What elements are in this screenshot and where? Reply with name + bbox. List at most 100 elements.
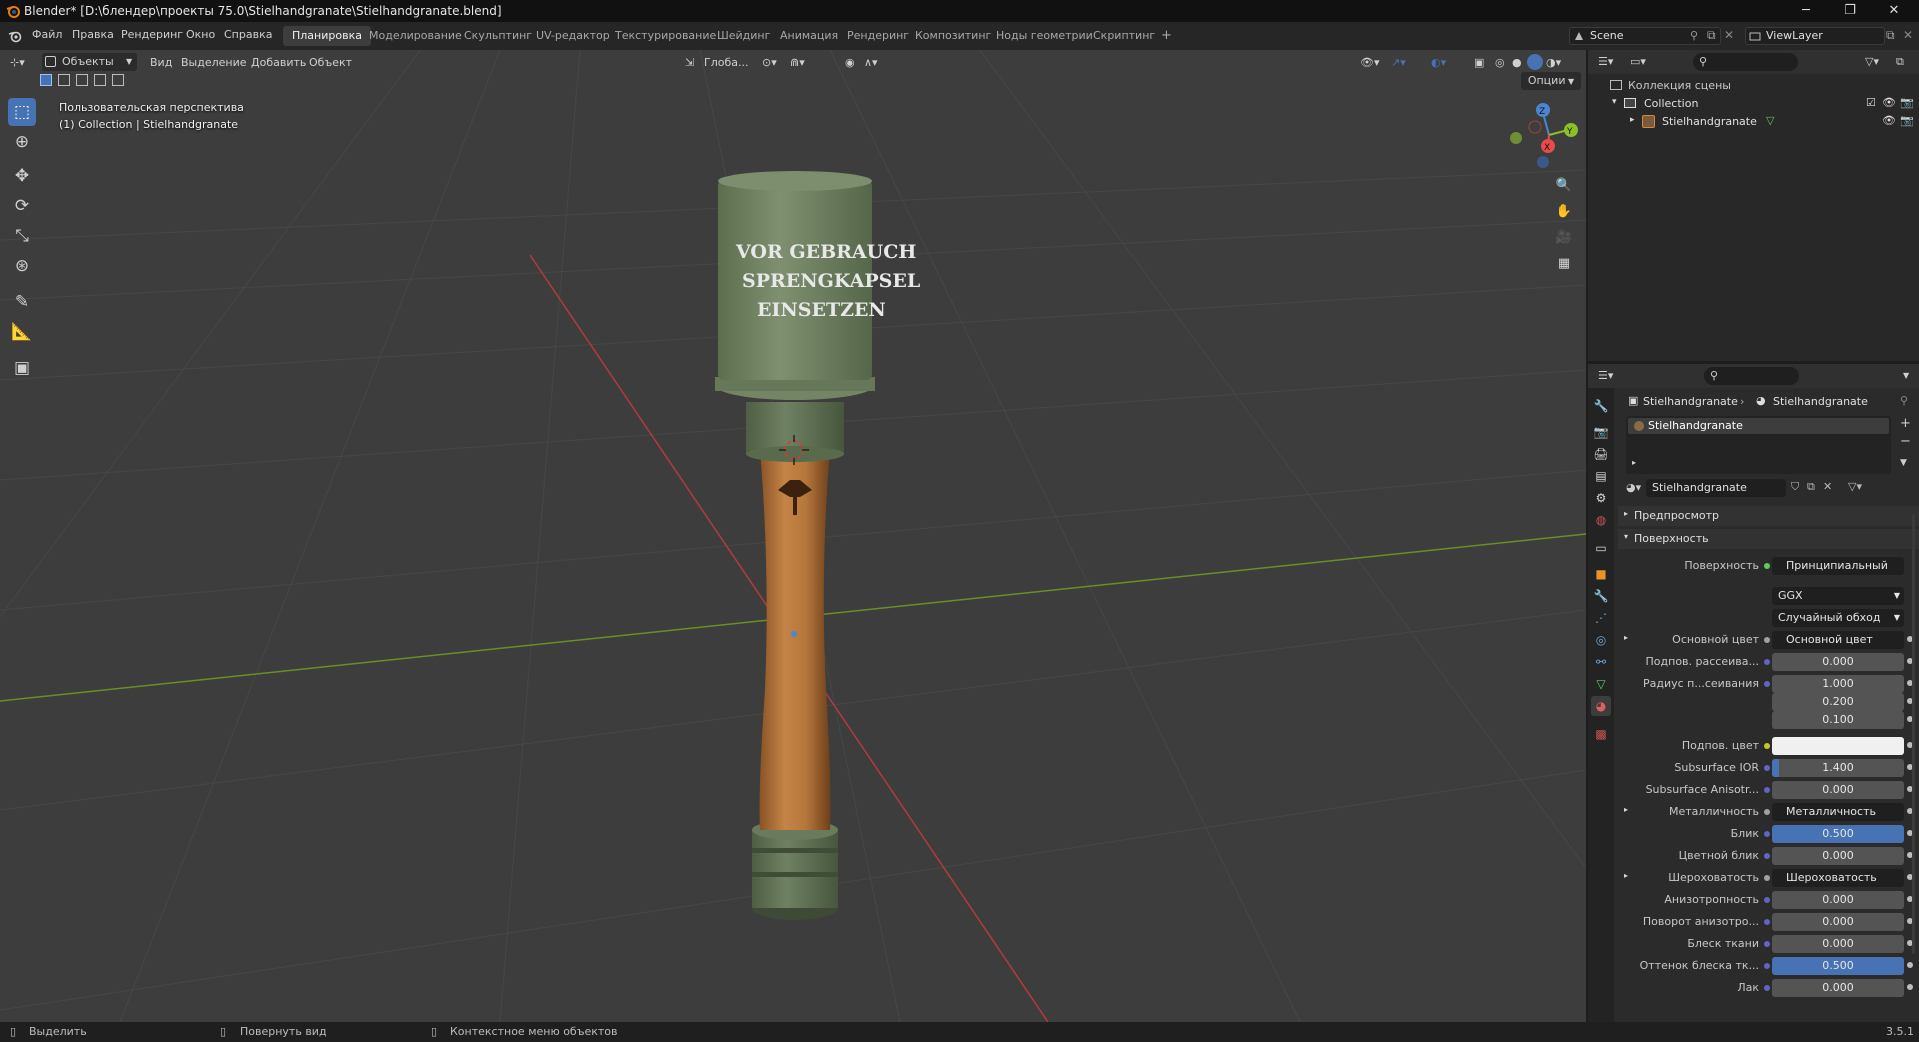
- menu-window[interactable]: Окно: [186, 28, 215, 41]
- menu-render[interactable]: Рендеринг: [121, 28, 183, 41]
- object-tab-icon[interactable]: ■: [1591, 564, 1611, 584]
- prop-value-field[interactable]: 0.000: [1772, 891, 1904, 909]
- add-cube-tool[interactable]: ▣: [8, 354, 36, 382]
- expand-arrow-icon[interactable]: ▾: [1612, 97, 1617, 107]
- transform-tool[interactable]: ⊛: [8, 252, 36, 280]
- constraints-tab-icon[interactable]: ⚯: [1591, 652, 1611, 672]
- rendered-shading-icon[interactable]: ◑▾: [1546, 54, 1561, 72]
- prop-value-field[interactable]: Шероховатость: [1772, 869, 1904, 887]
- link-type-icon[interactable]: ▽▾: [1848, 480, 1862, 493]
- menu-edit[interactable]: Правка: [72, 28, 114, 41]
- browse-material-icon[interactable]: ◕▾: [1626, 481, 1641, 494]
- outliner-search-input[interactable]: ⚲: [1693, 53, 1798, 71]
- render-tab-icon[interactable]: 📷: [1591, 422, 1611, 442]
- slot-specials-button[interactable]: ▼: [1900, 458, 1907, 468]
- outliner-row-object[interactable]: ▸ Stielhandgranate ▽ 👁 📷: [1588, 113, 1919, 131]
- material-preview-shading-icon[interactable]: [1527, 54, 1543, 70]
- prop-value-field[interactable]: 0.000: [1772, 781, 1904, 799]
- editor-type-icon[interactable]: ⊹▾: [10, 54, 25, 72]
- outliner-row-collection[interactable]: ▾ Collection ☑ 👁 📷: [1588, 95, 1919, 113]
- mode-dropdown[interactable]: Объекты ▼: [42, 53, 137, 71]
- eye-icon[interactable]: 👁: [1882, 114, 1896, 127]
- distribution-dropdown[interactable]: GGX ▼: [1772, 587, 1904, 605]
- material-slot-row[interactable]: Stielhandgranate: [1628, 418, 1889, 434]
- pin-icon[interactable]: ⚲: [1900, 394, 1908, 407]
- menu-help[interactable]: Справка: [224, 28, 272, 41]
- pan-hand-icon[interactable]: ✋: [1553, 201, 1575, 223]
- menu-add[interactable]: Добавить: [251, 54, 306, 72]
- data-tab-icon[interactable]: ▽: [1591, 674, 1611, 694]
- rotate-tool[interactable]: ⟳: [8, 192, 36, 220]
- menu-object[interactable]: Объект: [309, 54, 352, 72]
- panel-surface-header[interactable]: ▾ Поверхность: [1618, 529, 1919, 549]
- select-subtract-icon[interactable]: [76, 74, 88, 86]
- close-button[interactable]: ✕: [1871, 0, 1917, 22]
- scale-tool[interactable]: ⤡: [8, 222, 36, 250]
- navigation-gizmo[interactable]: Z Y X: [1510, 103, 1578, 168]
- modifiers-tab-icon[interactable]: 🔧: [1591, 586, 1611, 606]
- physics-tab-icon[interactable]: ◎: [1591, 630, 1611, 650]
- expand-arrow-icon[interactable]: ▸: [1624, 633, 1628, 642]
- prop-value-field[interactable]: 0.000: [1772, 847, 1904, 865]
- select-new-icon[interactable]: [40, 74, 52, 86]
- wireframe-shading-icon[interactable]: ◎: [1495, 54, 1505, 72]
- outliner-editor-type-icon[interactable]: ☰▾: [1598, 53, 1613, 71]
- snap-icon[interactable]: ⋒▾: [790, 54, 805, 72]
- transform-orientation-icon[interactable]: ⇲: [685, 54, 694, 72]
- select-invert-icon[interactable]: [94, 74, 106, 86]
- solid-shading-icon[interactable]: ●: [1512, 54, 1522, 72]
- outliner-row-scene[interactable]: Коллекция сцены: [1588, 77, 1919, 95]
- menu-select[interactable]: Выделение: [181, 54, 247, 72]
- 3d-viewport[interactable]: VOR GEBRAUCH SPRENGKAPSEL EINSETZEN Z Y …: [0, 50, 1586, 1022]
- expand-arrow-icon[interactable]: ▸: [1630, 115, 1635, 125]
- expand-arrow-icon[interactable]: ▸: [1632, 458, 1636, 467]
- maximize-button[interactable]: ❐: [1827, 0, 1873, 22]
- stielhandgranate-model[interactable]: VOR GEBRAUCH SPRENGKAPSEL EINSETZEN: [715, 171, 920, 920]
- prop-value-field[interactable]: 0.000: [1772, 653, 1904, 671]
- minimize-button[interactable]: ─: [1783, 0, 1829, 22]
- texture-tab-icon[interactable]: ▩: [1591, 724, 1611, 744]
- material-name-field[interactable]: Stielhandgranate: [1646, 479, 1786, 497]
- duplicate-material-icon[interactable]: ⧉: [1807, 480, 1815, 494]
- tab-animation[interactable]: Анимация: [771, 26, 847, 46]
- zoom-icon[interactable]: 🔍: [1553, 175, 1575, 197]
- prop-value-field[interactable]: [1772, 737, 1904, 755]
- properties-search-input[interactable]: ⚲: [1704, 367, 1799, 385]
- prop-value-field[interactable]: Металличность: [1772, 803, 1904, 821]
- delete-view-layer-icon[interactable]: ✕: [1903, 28, 1913, 42]
- tab-layout[interactable]: Планировка: [283, 26, 371, 46]
- prop-value-field[interactable]: 0.000: [1772, 979, 1904, 997]
- new-collection-icon[interactable]: ⧉: [1896, 53, 1904, 71]
- prop-value-field[interactable]: Основной цвет: [1772, 631, 1904, 649]
- particles-tab-icon[interactable]: ⋰: [1591, 608, 1611, 628]
- output-tab-icon[interactable]: 🖨: [1591, 444, 1611, 464]
- xray-icon[interactable]: ▣: [1474, 54, 1484, 72]
- subsurface-method-dropdown[interactable]: Случайный обход ▼: [1772, 609, 1904, 627]
- panel-preview-header[interactable]: ▸ Предпросмотр: [1618, 506, 1919, 526]
- annotate-tool[interactable]: ✎: [8, 288, 36, 316]
- delete-scene-icon[interactable]: ✕: [1724, 28, 1734, 42]
- add-workspace-button[interactable]: +: [1152, 26, 1181, 46]
- prop-value-field[interactable]: 1.000: [1772, 675, 1904, 693]
- world-tab-icon[interactable]: ◍: [1591, 510, 1611, 530]
- overlays-toggle-icon[interactable]: ◐▾: [1431, 54, 1446, 72]
- transform-orientation-dropdown[interactable]: Глоба...: [704, 54, 748, 72]
- render-camera-icon[interactable]: 📷: [1900, 96, 1914, 109]
- fake-user-icon[interactable]: ⛉: [1791, 480, 1799, 494]
- camera-view-icon[interactable]: 🎥: [1553, 227, 1575, 249]
- keyframe-dot-icon[interactable]: [1907, 984, 1913, 990]
- new-view-layer-icon[interactable]: ⧉: [1886, 28, 1895, 43]
- view-layer-selector[interactable]: ViewLayer: [1745, 27, 1885, 45]
- keyframe-dot-icon[interactable]: [1907, 962, 1913, 968]
- options-dropdown[interactable]: Опции ▼: [1521, 72, 1581, 90]
- material-tab-icon[interactable]: ◕: [1591, 696, 1611, 716]
- unlink-material-icon[interactable]: ✕: [1823, 480, 1832, 493]
- prop-value-field[interactable]: 0.000: [1772, 913, 1904, 931]
- properties-editor-type-icon[interactable]: ☰▾: [1598, 367, 1613, 385]
- tab-uv-editor[interactable]: UV-редактор: [527, 26, 619, 46]
- menu-view[interactable]: Вид: [150, 54, 172, 72]
- visibility-icon[interactable]: 👁▾: [1360, 54, 1380, 72]
- measure-tool[interactable]: 📐: [8, 318, 36, 346]
- prop-value-field[interactable]: 0.100: [1772, 711, 1904, 729]
- surface-shader-field[interactable]: Принципиальный BSDF: [1772, 557, 1904, 575]
